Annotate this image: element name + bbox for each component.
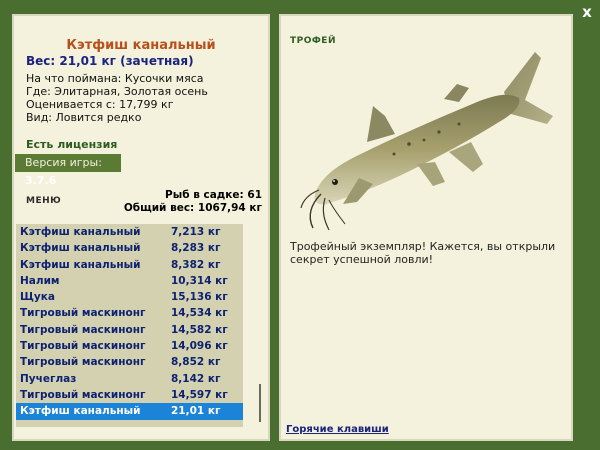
catch-list-scrollbar[interactable] <box>255 224 266 427</box>
catch-list-item[interactable]: Налим 10,314 кг <box>16 273 243 289</box>
catch-fish-name: Тигровый маскинонг <box>20 323 146 336</box>
catch-list[interactable]: Кэтфиш канальный 7,213 кг Кэтфиш канальный… <box>16 224 243 427</box>
catch-fish-name: Тигровый маскинонг <box>20 388 146 401</box>
fish-bait: На что поймана: Кусочки мяса <box>26 72 204 85</box>
version-badge: Версия игры: 3.7.6 <box>15 154 121 187</box>
trophy-panel: ТРОФЕЙ Трофейный экземпляр! Кажется, вы … <box>279 14 573 441</box>
catch-fish-weight: 15,136 кг <box>171 291 228 304</box>
catch-fish-name: Налим <box>20 274 60 287</box>
close-button[interactable]: x <box>578 3 596 21</box>
total-weight: Общий вес: 1067,94 кг <box>123 202 262 214</box>
catch-fish-name: Кэтфиш канальный <box>20 242 141 255</box>
catch-fish-weight: 14,597 кг <box>171 388 228 401</box>
catch-list-item[interactable]: Тигровый маскинонг 14,582 кг <box>16 322 243 338</box>
license-status: Есть лицензия <box>26 138 118 151</box>
hotkeys-link[interactable]: Горячие клавиши <box>286 424 389 435</box>
catch-list-item[interactable]: Тигровый маскинонг 14,096 кг <box>16 338 243 354</box>
catch-list-item[interactable]: Кэтфиш канальный 7,213 кг <box>16 224 243 240</box>
version-label: Версия игры: <box>25 156 102 169</box>
catch-fish-name: Тигровый маскинонг <box>20 340 146 353</box>
fish-weight: Вес: 21,01 кг (зачетная) <box>26 54 194 68</box>
catch-fish-name: Кэтфиш канальный <box>20 258 141 271</box>
catch-info-panel: Кэтфиш канальный Вес: 21,01 кг (зачетная… <box>12 14 270 441</box>
catch-list-item[interactable]: Кэтфиш канальный 8,283 кг <box>16 240 243 256</box>
catch-fish-name: Щука <box>20 291 55 304</box>
catch-fish-name: Кэтфиш канальный <box>20 405 141 418</box>
catch-fish-weight: 10,314 кг <box>171 274 228 287</box>
catch-fish-weight: 8,142 кг <box>171 372 221 385</box>
trophy-message: Трофейный экземпляр! Кажется, вы открыли… <box>290 240 556 266</box>
version-value: 3.7.6 <box>25 174 57 187</box>
catch-fish-weight: 14,096 кг <box>171 340 228 353</box>
catch-list-item[interactable]: Тигровый маскинонг 8,852 кг <box>16 354 243 370</box>
fish-count: Рыб в садке: 61 <box>165 189 262 201</box>
catch-fish-name: Пучеглаз <box>20 372 77 385</box>
catch-fish-weight: 8,283 кг <box>171 242 221 255</box>
keepnet-stats: Рыб в садке: 61 Общий вес: 1067,94 кг <box>124 189 262 215</box>
catch-fish-weight: 14,582 кг <box>171 323 228 336</box>
catch-list-item[interactable]: Тигровый маскинонг 14,597 кг <box>16 387 243 403</box>
catch-fish-weight: 14,534 кг <box>171 307 228 320</box>
catch-fish-weight: 8,382 кг <box>171 258 221 271</box>
scrollbar-thumb[interactable] <box>259 384 261 422</box>
catch-fish-weight: 21,01 кг <box>171 405 221 418</box>
catch-fish-name: Тигровый маскинонг <box>20 307 146 320</box>
catch-fish-name: Тигровый маскинонг <box>20 356 146 369</box>
catch-list-item[interactable]: Тигровый маскинонг 14,534 кг <box>16 305 243 321</box>
catch-list-item[interactable]: Пучеглаз 8,142 кг <box>16 371 243 387</box>
catch-fish-weight: 7,213 кг <box>171 226 221 238</box>
catch-fish-weight: 8,852 кг <box>171 356 221 369</box>
menu-button[interactable]: МЕНЮ <box>26 196 61 206</box>
fish-kind: Вид: Ловится редко <box>26 111 142 124</box>
catch-fish-name: Кэтфиш канальный <box>20 226 141 238</box>
catch-list-item[interactable]: Щука 15,136 кг <box>16 289 243 305</box>
catch-list-item[interactable]: Кэтфиш канальный 8,382 кг <box>16 257 243 273</box>
catch-list-item[interactable]: Кэтфиш канальный 21,01 кг <box>16 403 243 420</box>
fish-title: Кэтфиш канальный <box>66 38 216 53</box>
catfish-image <box>300 52 553 231</box>
fish-value: Оценивается с: 17,799 кг <box>26 98 174 111</box>
fish-location: Где: Элитарная, Золотая осень <box>26 85 208 98</box>
